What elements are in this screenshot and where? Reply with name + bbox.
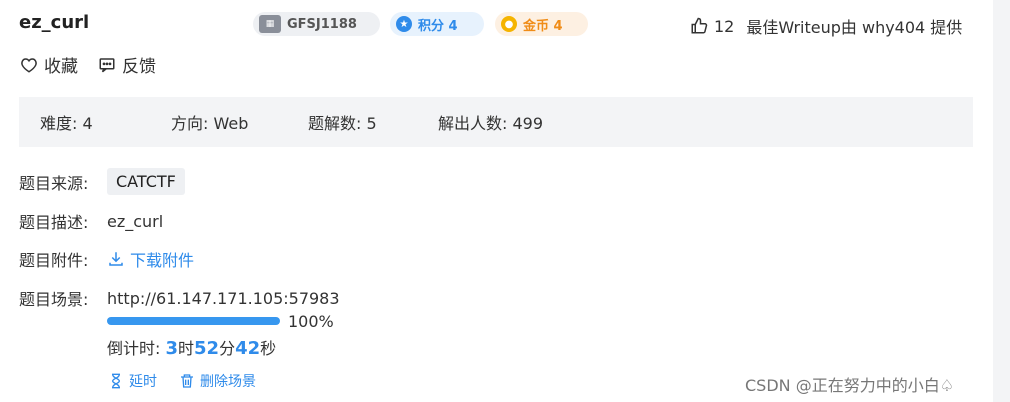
scene-url[interactable]: http://61.147.171.105:57983 bbox=[107, 289, 340, 308]
stat-label: 解出人数: bbox=[438, 114, 508, 133]
likes-area: 12 最佳Writeup由 why404 提供 bbox=[690, 14, 962, 38]
stats-bar: 难度: 4 方向: Web 题解数: 5 解出人数: 499 bbox=[19, 97, 973, 147]
points-badge: ★ 积分 4 bbox=[390, 12, 484, 36]
countdown-seconds: 42 bbox=[235, 338, 261, 359]
hours-unit: 时 bbox=[178, 339, 195, 358]
stat-value: 5 bbox=[366, 114, 377, 133]
coin-icon: ● bbox=[501, 16, 517, 32]
seconds-unit: 秒 bbox=[260, 339, 277, 358]
download-icon bbox=[109, 252, 123, 266]
countdown-hours: 3 bbox=[165, 338, 179, 359]
attachment-label: 题目附件: bbox=[19, 251, 89, 270]
download-label: 下载附件 bbox=[130, 251, 195, 270]
stat-writeups: 题解数: 5 bbox=[308, 110, 418, 134]
stat-direction: 方向: Web bbox=[171, 110, 288, 134]
challenge-actions: 收藏 反馈 bbox=[20, 52, 156, 77]
comment-icon bbox=[99, 57, 115, 72]
description-row: 题目描述: ez_curl bbox=[19, 209, 163, 233]
feedback-label: 反馈 bbox=[122, 57, 156, 77]
scene-actions: 延时 删除场景 bbox=[108, 371, 256, 391]
source-label: 题目来源: bbox=[19, 173, 89, 193]
likes-count: 12 bbox=[714, 16, 735, 36]
delete-scene-label: 删除场景 bbox=[200, 374, 256, 390]
stat-label: 方向: bbox=[171, 114, 209, 133]
heart-icon bbox=[21, 57, 37, 73]
stat-value: Web bbox=[213, 114, 249, 133]
delete-scene-button[interactable]: 删除场景 bbox=[179, 371, 256, 391]
scene-progress-bar bbox=[107, 317, 280, 325]
description-text: ez_curl bbox=[107, 211, 164, 231]
countdown: 倒计时: 3时52分42秒 bbox=[107, 335, 276, 359]
scene-label: 题目场景: bbox=[19, 290, 89, 309]
challenge-card: ez_curl ▦ GFSJ1188 ★ 积分 4 ● 金币 4 12 最佳Wr… bbox=[0, 0, 993, 402]
stat-label: 难度: bbox=[40, 114, 78, 133]
challenge-id-icon: ▦ bbox=[259, 15, 281, 33]
extend-button[interactable]: 延时 bbox=[108, 371, 157, 391]
minutes-unit: 分 bbox=[219, 339, 236, 358]
countdown-minutes: 52 bbox=[194, 338, 220, 359]
gold-text: 金币 4 bbox=[523, 18, 563, 34]
points-text: 积分 4 bbox=[418, 18, 458, 34]
progress-text: 100% bbox=[288, 312, 334, 331]
favorite-label: 收藏 bbox=[44, 57, 78, 77]
thumbs-up-icon[interactable] bbox=[690, 17, 708, 35]
description-label: 题目描述: bbox=[19, 213, 89, 232]
challenge-id-badge: ▦ GFSJ1188 bbox=[253, 12, 380, 36]
writeup-credit[interactable]: 最佳Writeup由 why404 提供 bbox=[746, 14, 962, 38]
scene-row: 题目场景: http://61.147.171.105:57983 bbox=[19, 286, 340, 310]
feedback-button[interactable]: 反馈 bbox=[98, 52, 156, 77]
scrollbar-track[interactable] bbox=[993, 0, 1010, 402]
stat-value: 4 bbox=[82, 114, 93, 133]
hourglass-icon bbox=[111, 373, 121, 389]
challenge-id-text: GFSJ1188 bbox=[287, 16, 357, 32]
countdown-prefix: 倒计时: bbox=[107, 339, 166, 358]
points-icon: ★ bbox=[396, 16, 412, 32]
favorite-button[interactable]: 收藏 bbox=[20, 52, 78, 77]
stat-label: 题解数: bbox=[308, 114, 362, 133]
stat-solvers: 解出人数: 499 bbox=[438, 110, 543, 134]
stat-difficulty: 难度: 4 bbox=[40, 110, 151, 134]
challenge-title: ez_curl bbox=[19, 12, 90, 33]
source-tag[interactable]: CATCTF bbox=[107, 168, 185, 195]
watermark: CSDN @正在努力中的小白♤ bbox=[745, 376, 955, 395]
gold-badge: ● 金币 4 bbox=[495, 12, 588, 36]
extend-label: 延时 bbox=[129, 374, 157, 390]
stat-value: 499 bbox=[512, 114, 544, 133]
source-row: 题目来源: CATCTF bbox=[19, 168, 185, 195]
download-attachment-link[interactable]: 下载附件 bbox=[107, 247, 194, 271]
trash-icon bbox=[181, 374, 193, 388]
attachment-row: 题目附件: 下载附件 bbox=[19, 247, 194, 271]
